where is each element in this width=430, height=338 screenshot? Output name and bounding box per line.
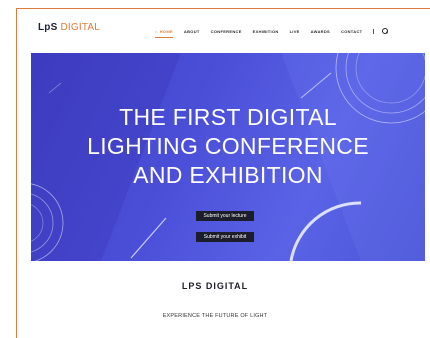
hero-banner: THE FIRST DIGITAL LIGHTING CONFERENCE AN… <box>31 53 425 261</box>
nav-item-contact[interactable]: CONTACT <box>341 29 362 34</box>
hero-headline: THE FIRST DIGITAL LIGHTING CONFERENCE AN… <box>31 103 425 190</box>
nav-item-home[interactable]: ⌂ HOME <box>155 28 173 38</box>
section-subtitle: EXPERIENCE THE FUTURE OF LIGHT <box>162 313 268 319</box>
section-title: LPS DIGITAL <box>181 281 249 291</box>
nav-item-live[interactable]: LIVE <box>290 29 300 34</box>
site-logo[interactable]: LpS DIGITAL <box>38 22 100 33</box>
home-icon: ⌂ <box>155 28 158 34</box>
nav-divider <box>373 28 375 34</box>
hero-headline-line-2: LIGHTING CONFERENCE <box>87 133 369 159</box>
logo-bold-text: LpS <box>38 22 58 33</box>
hero-headline-line-3: AND EXHIBITION <box>133 162 323 188</box>
nav-item-awards[interactable]: AWARDS <box>311 29 330 34</box>
submit-lecture-button[interactable]: Submit your lecture <box>196 211 254 221</box>
nav-item-about[interactable]: ABOUT <box>184 29 200 34</box>
nav-item-conference[interactable]: CONFERENCE <box>211 29 242 34</box>
nav-item-exhibition[interactable]: EXHIBITION <box>253 29 279 34</box>
hero-headline-line-1: THE FIRST DIGITAL <box>119 104 337 130</box>
search-icon[interactable] <box>382 27 389 35</box>
main-nav: ⌂ HOME ABOUT CONFERENCE EXHIBITION LIVE … <box>155 26 389 38</box>
logo-light-text: DIGITAL <box>60 22 101 33</box>
submit-exhibit-button[interactable]: Submit your exhibit <box>196 232 254 242</box>
nav-label-home: HOME <box>159 28 173 34</box>
